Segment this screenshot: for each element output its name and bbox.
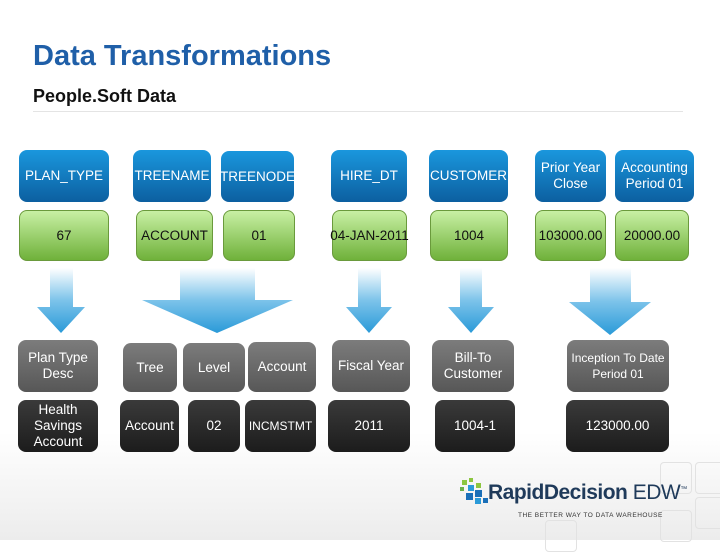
target-field-inception-to-date: Inception To Date Period 01 bbox=[567, 340, 669, 392]
target-field-plan-type-desc: Plan Type Desc bbox=[18, 340, 98, 392]
target-field-account: Account bbox=[248, 342, 316, 392]
transformation-arrows bbox=[37, 268, 651, 335]
logo-trademark: ™ bbox=[680, 486, 687, 493]
arrow-down-icon bbox=[569, 268, 651, 335]
target-field-bill-to-customer: Bill-To Customer bbox=[432, 340, 514, 392]
target-value-fiscal-year: 2011 bbox=[328, 400, 410, 452]
logo-name: RapidDecision bbox=[488, 481, 628, 504]
arrow-down-icon bbox=[142, 268, 293, 333]
rapiddecision-logo-icon bbox=[460, 478, 488, 504]
target-field-level: Level bbox=[183, 343, 245, 392]
arrow-down-icon bbox=[346, 268, 392, 333]
arrow-down-icon bbox=[448, 268, 494, 333]
target-field-tree: Tree bbox=[123, 343, 177, 392]
target-value-account: INCMSTMT bbox=[245, 400, 316, 452]
target-value-level: 02 bbox=[188, 400, 240, 452]
target-value-tree: Account bbox=[120, 400, 179, 452]
logo-wordmark: RapidDecision EDW™ bbox=[488, 481, 687, 505]
logo-suffix: EDW bbox=[632, 481, 681, 504]
target-value-bill-to-customer: 1004-1 bbox=[435, 400, 515, 452]
target-field-fiscal-year: Fiscal Year bbox=[332, 340, 410, 392]
target-value-inception-to-date: 123000.00 bbox=[566, 400, 669, 452]
logo-tagline: THE BETTER WAY TO DATA WAREHOUSE bbox=[518, 512, 663, 519]
target-value-plan-type-desc: Health Savings Account bbox=[18, 400, 98, 452]
arrow-down-icon bbox=[37, 268, 85, 333]
